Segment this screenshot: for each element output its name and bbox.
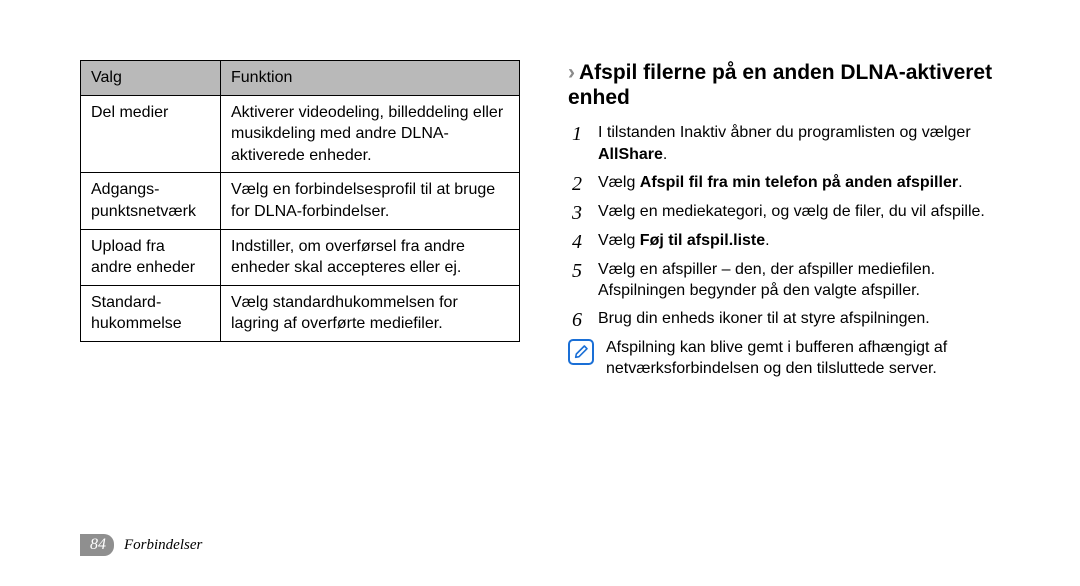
- table-row: Del medier Aktiverer videodeling, billed…: [81, 95, 520, 173]
- left-column: Valg Funktion Del medier Aktiverer video…: [80, 60, 520, 586]
- step-item: 6 Brug din enheds ikoner til at styre af…: [568, 308, 1020, 331]
- table-row: Upload fra andre enheder Indstiller, om …: [81, 229, 520, 285]
- table-cell: Standard­hukommelse: [81, 285, 221, 341]
- step-item: 5 Vælg en afspiller – den, der afspiller…: [568, 259, 1020, 302]
- table-cell: Del medier: [81, 95, 221, 173]
- options-table: Valg Funktion Del medier Aktiverer video…: [80, 60, 520, 342]
- table-header-option: Valg: [81, 61, 221, 96]
- table-row: Standard­hukommelse Vælg standardhukomme…: [81, 285, 520, 341]
- step-text: Vælg Afspil fil fra min telefon på anden…: [598, 172, 1020, 194]
- step-number: 4: [568, 230, 586, 253]
- step-item: 3 Vælg en mediekategori, og vælg de file…: [568, 201, 1020, 224]
- note-block: Afspilning kan blive gemt i bufferen afh…: [568, 337, 1020, 380]
- table-cell: Upload fra andre enheder: [81, 229, 221, 285]
- note-icon: [568, 339, 594, 365]
- step-number: 6: [568, 308, 586, 331]
- step-item: 1 I tilstanden Inaktiv åbner du programl…: [568, 122, 1020, 165]
- note-text: Afspilning kan blive gemt i bufferen afh…: [606, 337, 1020, 380]
- table-cell: Vælg standardhukommelsen for lagring af …: [221, 285, 520, 341]
- page-number: 84: [80, 534, 114, 556]
- step-number: 1: [568, 122, 586, 145]
- step-number: 5: [568, 259, 586, 282]
- step-text: Vælg en mediekategori, og vælg de filer,…: [598, 201, 1020, 223]
- step-text: Vælg en afspiller – den, der afspiller m…: [598, 259, 1020, 302]
- page-container: Valg Funktion Del medier Aktiverer video…: [0, 0, 1080, 586]
- step-text: Brug din enheds ikoner til at styre afsp…: [598, 308, 1020, 330]
- table-row: Adgangs­punktsnetværk Vælg en forbindels…: [81, 173, 520, 229]
- section-name: Forbindelser: [124, 537, 202, 554]
- table-cell: Aktiverer videodeling, billeddeling elle…: [221, 95, 520, 173]
- table-cell: Adgangs­punktsnetværk: [81, 173, 221, 229]
- steps-list: 1 I tilstanden Inaktiv åbner du programl…: [568, 122, 1020, 330]
- right-column: ›Afspil filerne på en anden DLNA-aktiver…: [568, 60, 1020, 586]
- section-heading: ›Afspil filerne på en anden DLNA-aktiver…: [568, 60, 1020, 110]
- step-item: 2 Vælg Afspil fil fra min telefon på and…: [568, 172, 1020, 195]
- page-footer: 84 Forbindelser: [80, 534, 202, 556]
- chevron-right-icon: ›: [568, 61, 575, 84]
- table-cell: Vælg en forbindelsesprofil til at bruge …: [221, 173, 520, 229]
- step-item: 4 Vælg Føj til afspil.liste.: [568, 230, 1020, 253]
- step-text: Vælg Føj til afspil.liste.: [598, 230, 1020, 252]
- table-header-function: Funktion: [221, 61, 520, 96]
- step-text: I tilstanden Inaktiv åbner du programlis…: [598, 122, 1020, 165]
- heading-text: Afspil filerne på en anden DLNA-aktivere…: [568, 61, 992, 109]
- table-cell: Indstiller, om overførsel fra andre enhe…: [221, 229, 520, 285]
- step-number: 3: [568, 201, 586, 224]
- step-number: 2: [568, 172, 586, 195]
